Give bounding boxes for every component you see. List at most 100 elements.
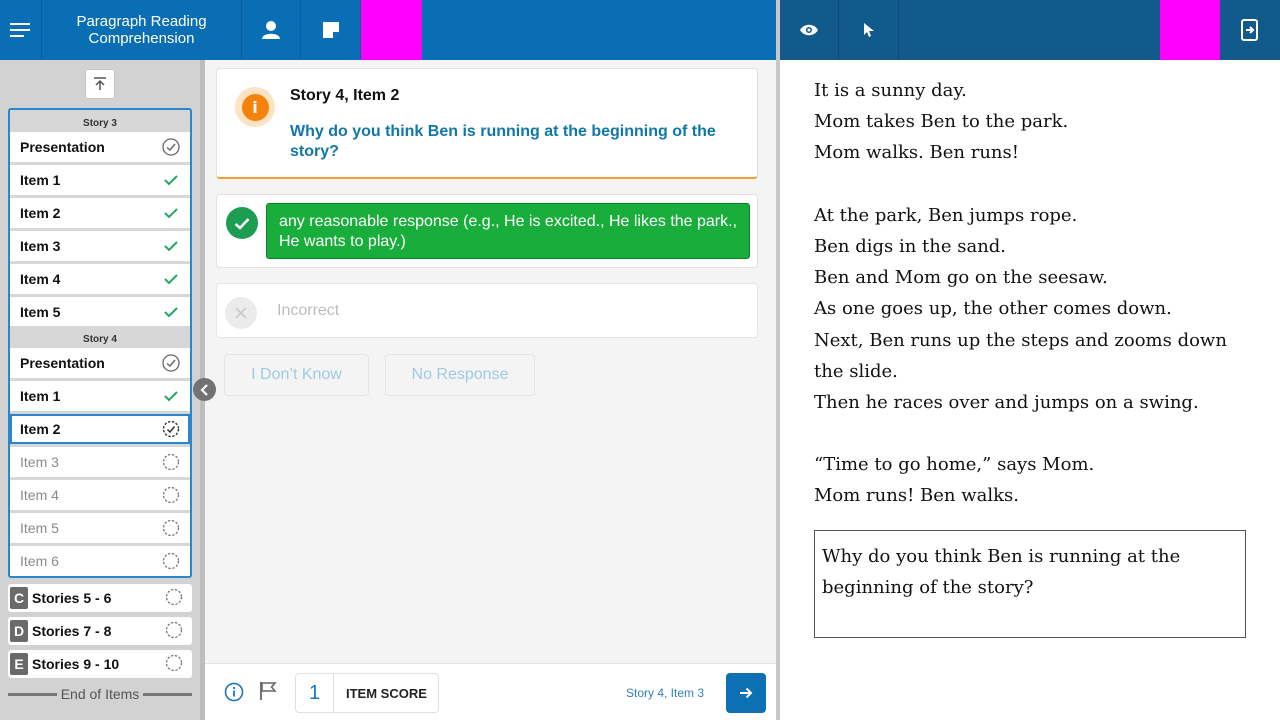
sidebar-item-label: Presentation [20,355,105,371]
story-line: At the park, Ben jumps rope. [814,204,1078,226]
sidebar-item[interactable]: Item 1 [10,381,190,411]
sidebar-item-presentation[interactable]: Presentation [10,348,190,378]
sidebar-item[interactable]: Item 1 [10,165,190,195]
pending-icon [161,551,181,571]
flag-icon [260,682,277,700]
sidebar-item-label: Item 6 [20,553,59,569]
student-button[interactable] [242,0,301,60]
check-circle-icon [161,137,181,157]
end-of-items-label: End of Items [60,686,140,702]
view-button[interactable] [780,0,839,60]
story-line: Next, Ben runs up the steps and zooms do… [814,329,1227,351]
story-group-3: Story 3 Presentation Item 1 Item 2 Item … [8,108,192,327]
end-of-items: End of Items [8,686,192,702]
collapse-sidebar-button[interactable] [193,378,216,401]
scroll-top-button[interactable] [85,69,115,99]
scoring-panel: i Story 4, Item 2 Why do you think Ben i… [205,60,776,663]
notes-button[interactable] [301,0,361,60]
in-progress-icon [161,419,181,439]
sidebar-item-label: Item 5 [20,520,59,536]
sidebar-item[interactable]: Item 4 [10,480,190,510]
bottom-bar: 1 ITEM SCORE Story 4, Item 3 [205,663,776,720]
app-title-line2: Comprehension [88,30,195,47]
story-question-box: Why do you think Ben is running at the b… [814,530,1246,638]
section-label: Stories 5 - 6 [32,590,112,606]
divider [143,692,192,696]
chevron-left-icon [199,383,208,396]
no-response-button[interactable]: No Response [385,354,535,396]
menu-button[interactable] [0,0,42,60]
story-line: Ben digs in the sand. [814,235,1007,257]
exit-icon [1241,19,1258,41]
story-group-4: Story 4 Presentation Item 1 Item 2 Item … [8,326,192,578]
section-item-d[interactable]: D Stories 7 - 8 [8,617,192,645]
story-line: Mom runs! Ben walks. [814,485,1019,507]
sidebar-item-label: Item 1 [20,388,61,404]
exit-button[interactable] [1220,0,1280,60]
item-sidebar: Story 3 Presentation Item 1 Item 2 Item … [0,60,200,720]
story-line: Mom takes Ben to the park. [814,111,1069,133]
close-icon [225,297,257,329]
flag-button[interactable] [259,681,279,703]
correct-option[interactable]: any reasonable response (e.g., He is exc… [216,194,758,268]
sidebar-item[interactable]: Item 3 [10,447,190,477]
next-button[interactable] [726,673,766,713]
sidebar-item-presentation[interactable]: Presentation [10,132,190,162]
student-story-panel: It is a sunny day. Mom takes Ben to the … [780,60,1280,720]
sidebar-item-current[interactable]: Item 2 [10,414,190,444]
sidebar-item-label: Presentation [20,139,105,155]
section-item-e[interactable]: E Stories 9 - 10 [8,650,192,678]
story-line [814,169,1227,200]
story-line: It is a sunny day. [814,80,967,101]
story-header: Story 3 [83,118,117,129]
story-line: the slide. [814,360,898,382]
sidebar-item[interactable]: Item 5 [10,297,190,327]
highlight-block [1160,0,1220,60]
check-icon [161,236,181,256]
info-button[interactable] [224,682,244,702]
sidebar-item-label: Item 3 [20,238,61,254]
app-title: Paragraph Reading Comprehension [42,0,242,60]
pending-icon [165,654,183,675]
sidebar-item[interactable]: Item 5 [10,513,190,543]
left-toolbar: Paragraph Reading Comprehension [0,0,776,60]
sidebar-item-label: Item 4 [20,487,59,503]
sidebar-item[interactable]: Item 3 [10,231,190,261]
sidebar-item-label: Item 4 [20,271,61,287]
pending-icon [161,485,181,505]
pending-icon [161,518,181,538]
section-letter: E [10,653,28,675]
section-letter: D [10,620,28,642]
eye-icon [800,24,818,36]
check-icon [161,170,181,190]
section-item-c[interactable]: C Stories 5 - 6 [8,584,192,612]
pending-icon [165,621,183,642]
story-line: “Time to go home,” says Mom. [814,454,1095,476]
sidebar-item[interactable]: Item 4 [10,264,190,294]
sidebar-item-label: Item 2 [20,205,61,221]
check-icon [161,302,181,322]
incorrect-option[interactable]: Incorrect [216,283,758,338]
story-line: Ben and Mom go on the seesaw. [814,267,1108,289]
pointer-icon [863,23,874,37]
pointer-button[interactable] [839,0,899,60]
correct-response-button[interactable]: any reasonable response (e.g., He is exc… [266,203,750,259]
info-icon: i [235,87,275,127]
item-score-label: ITEM SCORE [346,685,427,701]
sidebar-item-label: Item 5 [20,304,61,320]
sidebar-item-label: Item 3 [20,454,59,470]
check-circle-icon [161,353,181,373]
item-score-box: 1 ITEM SCORE [295,673,439,713]
sidebar-item-label: Item 1 [20,172,61,188]
sidebar-item[interactable]: Item 2 [10,198,190,228]
item-score-value: 1 [296,674,334,712]
story-line: Then he races over and jumps on a swing. [814,391,1199,413]
right-toolbar [780,0,1280,60]
story-line [814,418,1227,449]
dont-know-button[interactable]: I Don’t Know [224,354,369,396]
story-header: Story 4 [83,334,117,345]
arrow-up-to-line-icon [94,77,106,90]
sidebar-item[interactable]: Item 6 [10,546,190,576]
next-item-label: Story 4, Item 3 [626,686,705,700]
question-text: Why do you think Ben is running at the b… [290,123,716,160]
